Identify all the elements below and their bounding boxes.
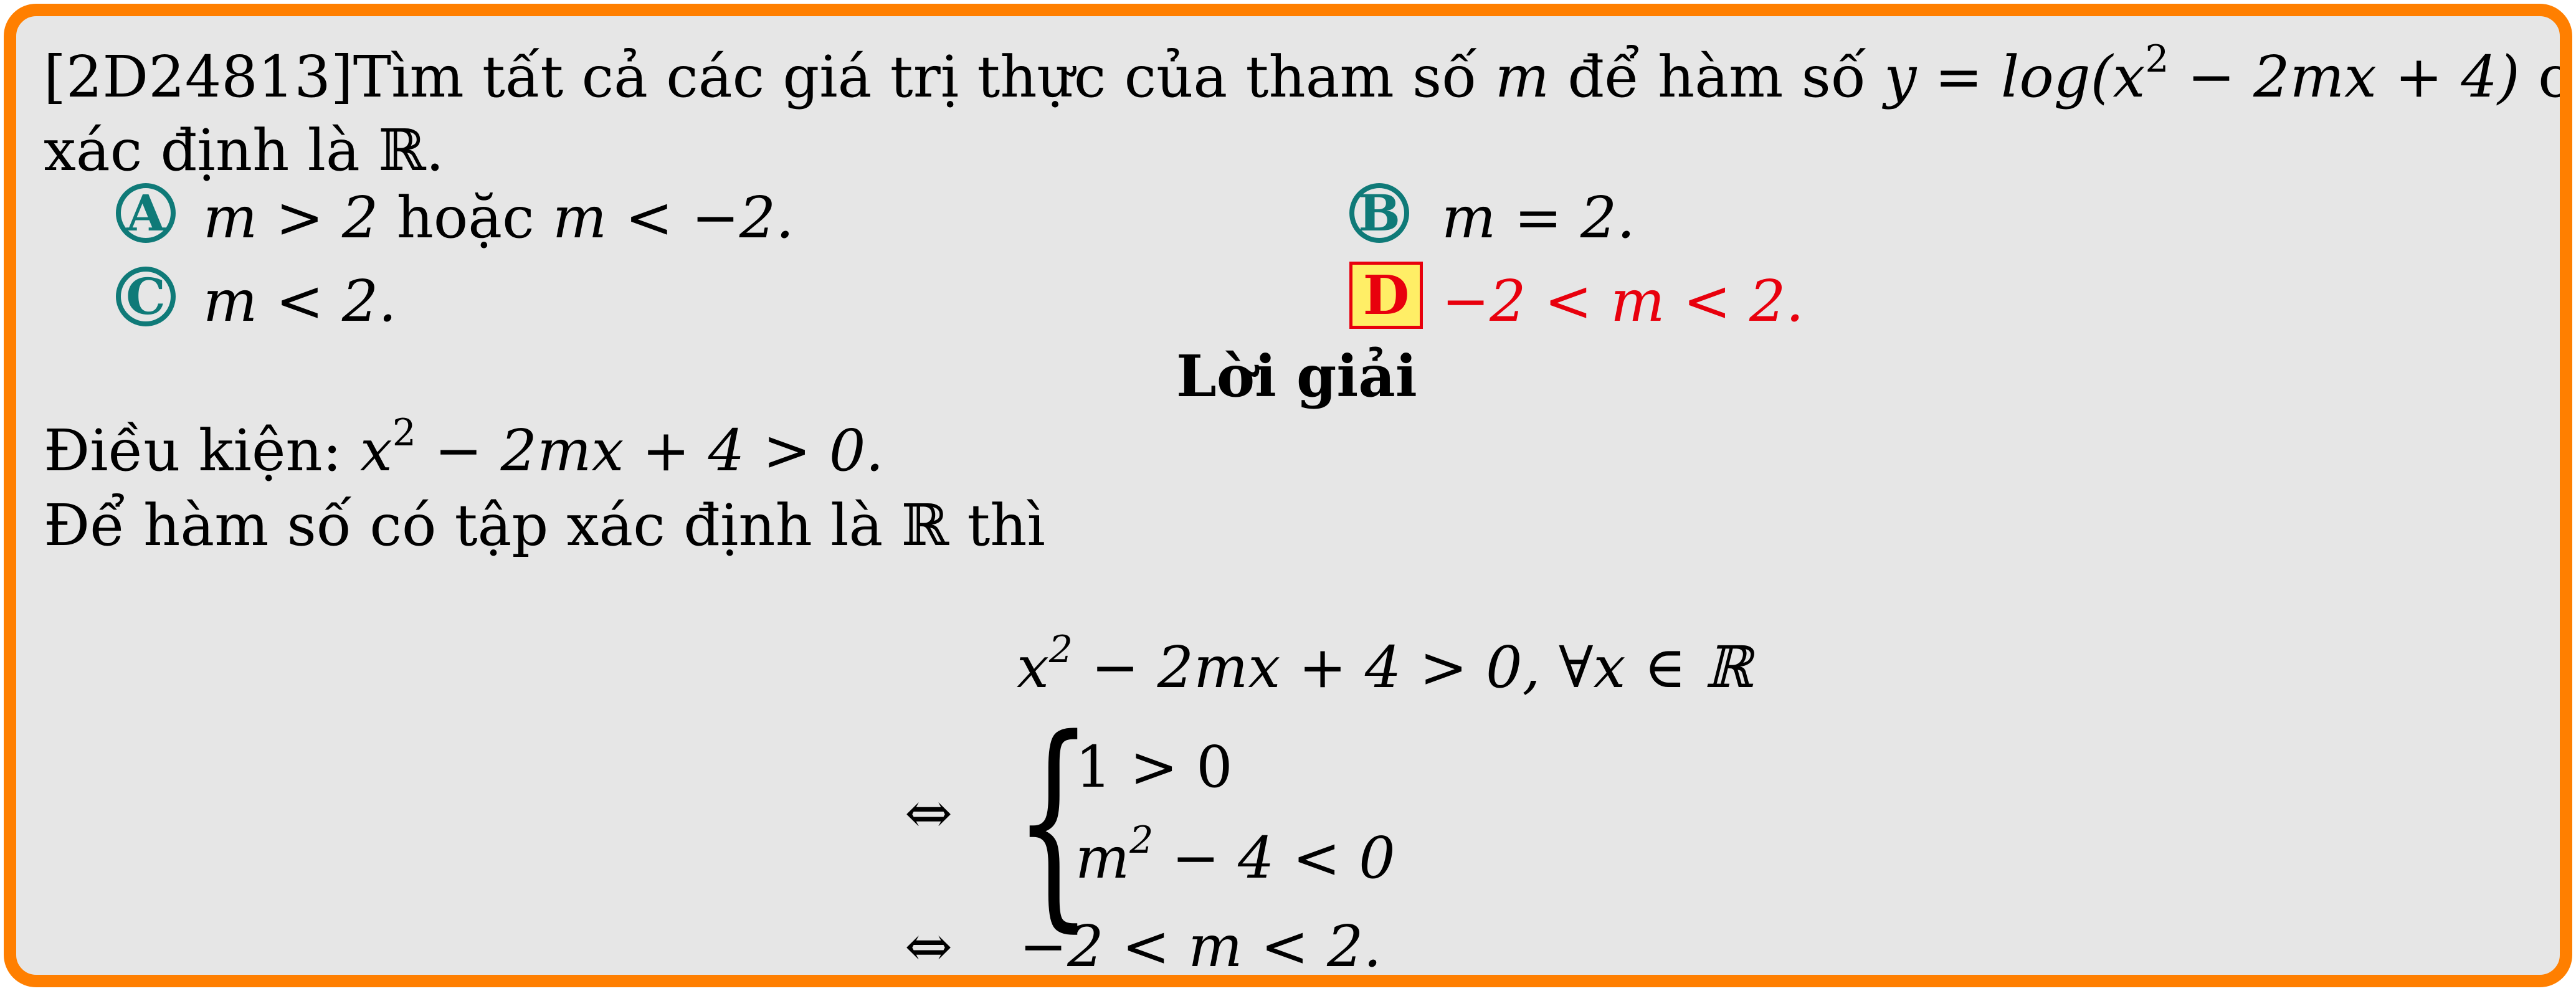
function-lhs: y = log(x [1884,44,2146,110]
domain-line: Để hàm số có tập xác định là ℝ thì [44,492,1045,559]
question-variable: m [1495,44,1550,110]
system-line-2: m2 − 4 < 0 [1075,822,1395,887]
function-exponent: 2 [2145,37,2169,81]
choice-a-part-3: m < −2. [552,184,794,251]
function-rhs: − 2mx + 4) [2169,44,2520,110]
condition-label: Điều kiện: [44,417,342,484]
equivalence-symbol-2: ⇔ [905,913,953,980]
choice-a-part-1: m > 2 [203,184,379,251]
solution-heading: Lời giải [1176,343,1417,410]
system-line-1: 1 > 0 [1075,734,1233,800]
condition-lhs: x [359,417,392,484]
system-line-2-lhs: m [1075,825,1130,891]
choice-d-text[interactable]: −2 < m < 2. [1442,273,1804,330]
choice-c-text[interactable]: m < 2. [203,273,397,330]
condition-line: Điều kiện: x2 − 2mx + 4 > 0. [44,414,884,480]
question-card: [2D24813]Tìm tất cả các giá trị thực của… [4,4,2572,987]
final-answer: −2 < m < 2. [1019,913,1382,980]
question-line-2: xác định là ℝ. [44,117,444,184]
equation-1-exponent: 2 [1048,628,1073,671]
system-line-2-exponent: 2 [1129,818,1154,862]
question-mid-text: để hàm số [1567,44,1866,110]
choice-b-badge[interactable]: B [1349,183,1409,243]
condition-rhs: − 2mx + 4 > 0. [416,417,884,484]
choice-a-part-2: hoặc [396,184,535,251]
question-end-text: có tập [2538,44,2570,110]
equation-1: x2 − 2mx + 4 > 0, ∀x ∈ ℝ [1017,631,1752,696]
choice-a-text[interactable]: m > 2 hoặc m < −2. [203,189,794,247]
choice-b-text[interactable]: m = 2. [1442,189,1635,247]
condition-exponent: 2 [392,411,416,455]
choice-c-badge[interactable]: C [116,267,176,326]
question-code: [2D24813] [44,44,353,110]
choice-d-badge[interactable]: D [1349,262,1423,329]
choice-a-badge[interactable]: A [116,183,176,243]
question-text: Tìm tất cả các giá trị thực của tham số [353,44,1477,110]
equation-1-rhs: − 2mx + 4 > 0, ∀x ∈ ℝ [1073,634,1752,701]
question-line-1: [2D24813]Tìm tất cả các giá trị thực của… [44,40,2560,106]
equivalence-symbol-1: ⇔ [905,780,953,846]
system-line-2-rhs: − 4 < 0 [1153,825,1395,891]
